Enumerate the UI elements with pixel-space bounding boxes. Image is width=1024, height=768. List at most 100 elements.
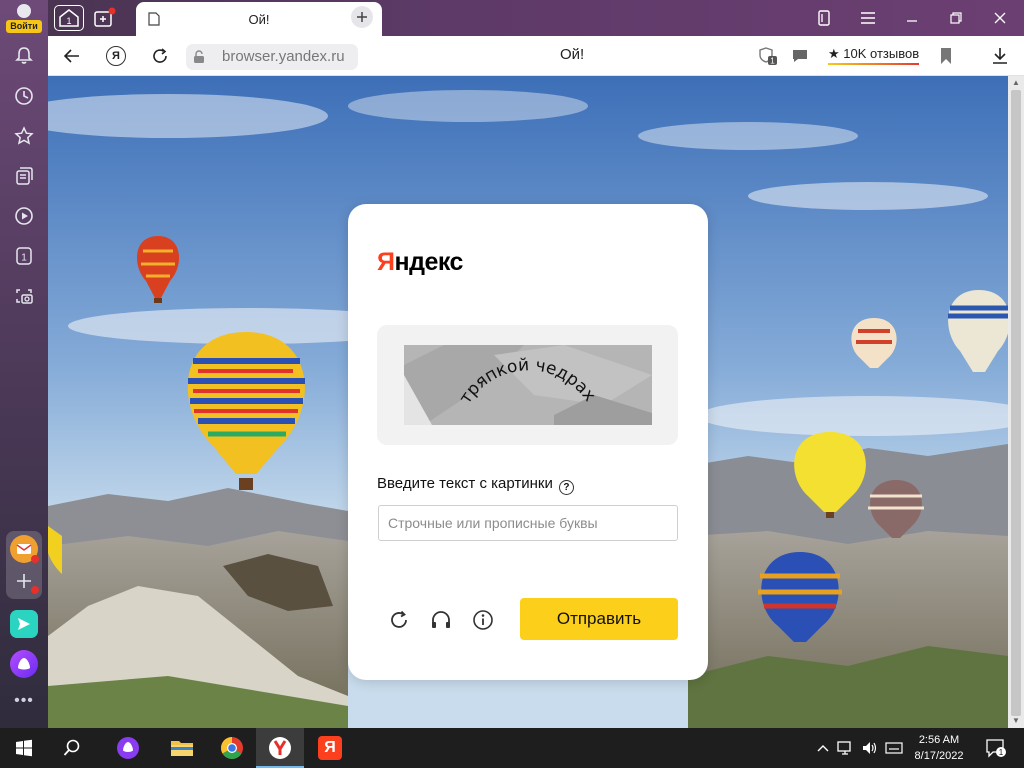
help-question-icon[interactable]: ?	[558, 480, 574, 495]
windows-logo-icon	[16, 739, 32, 757]
audio-captcha-button[interactable]	[429, 608, 453, 632]
alice-app-icon	[18, 658, 30, 670]
protect-button[interactable]: 1	[756, 44, 780, 68]
history-button[interactable]	[8, 80, 40, 112]
start-button[interactable]	[10, 734, 38, 762]
arrow-back-icon	[63, 49, 79, 63]
bookmarks-button[interactable]	[8, 120, 40, 152]
tab-home-button[interactable]: 1	[54, 5, 84, 31]
screenshot-button[interactable]	[8, 280, 40, 312]
messenger-app-button[interactable]	[10, 610, 38, 638]
yandex-browser-button[interactable]	[266, 734, 294, 762]
folder-icon	[171, 741, 193, 756]
restore-button[interactable]	[944, 6, 968, 30]
login-label: Войти	[6, 20, 42, 33]
search-button[interactable]	[58, 734, 86, 762]
tab-count-label: 1	[21, 253, 27, 264]
chat-bubble-icon	[793, 50, 807, 62]
tab-count-icon: 1	[16, 247, 32, 265]
alice-taskbar-button[interactable]	[114, 734, 142, 762]
back-button[interactable]	[60, 44, 84, 68]
home-tab-count: 1	[66, 16, 71, 26]
plus-icon	[357, 12, 367, 22]
reload-button[interactable]	[148, 44, 172, 68]
scroll-up-arrow-icon[interactable]: ▲	[1011, 78, 1021, 88]
downloads-button[interactable]	[988, 44, 1012, 68]
add-tab-group-icon	[94, 7, 116, 27]
captcha-prompt: Введите текст с картинки?	[377, 475, 574, 495]
refresh-captcha-button[interactable]	[387, 608, 411, 632]
user-avatar-icon	[17, 4, 31, 18]
keyboard-layout-icon	[885, 742, 903, 754]
refresh-icon	[391, 610, 407, 628]
volume-tray-button[interactable]	[860, 738, 880, 758]
yandex-button[interactable]: Я	[104, 44, 128, 68]
sidebar-apps-panel	[6, 531, 42, 599]
captcha-answer-input[interactable]	[378, 505, 678, 541]
chrome-button[interactable]	[218, 734, 246, 762]
reviews-underline	[828, 63, 920, 65]
captcha-image-container: тряпкой чедрах	[377, 325, 678, 445]
info-icon	[473, 610, 493, 630]
video-button[interactable]	[8, 200, 40, 232]
download-icon	[993, 48, 1007, 64]
close-icon	[994, 12, 1006, 24]
alice-app-button[interactable]	[10, 650, 38, 678]
yandex-logo[interactable]: Яндекс	[377, 248, 463, 277]
notification-center-icon: 1	[986, 739, 1006, 758]
tabs-count-button[interactable]: 1	[8, 240, 40, 272]
reader-chat-button[interactable]	[788, 44, 812, 68]
new-tab-group-button[interactable]	[90, 5, 120, 31]
yandex-app-button[interactable]: Я	[316, 734, 344, 762]
language-tray-button[interactable]	[884, 738, 904, 758]
screenshot-camera-icon	[16, 289, 33, 304]
notification-count: 1	[999, 748, 1004, 757]
clock-date: 8/17/2022	[914, 750, 964, 762]
sidebar-more-button[interactable]: •••	[8, 692, 40, 716]
chrome-icon	[221, 737, 243, 759]
notifications-button[interactable]	[8, 40, 40, 72]
minimize-icon	[907, 20, 917, 22]
file-explorer-button[interactable]	[168, 734, 196, 762]
login-button[interactable]: Войти	[6, 2, 42, 34]
captcha-info-button[interactable]	[471, 608, 495, 632]
collections-button[interactable]	[8, 160, 40, 192]
history-icon	[15, 87, 33, 105]
restore-icon	[950, 12, 962, 24]
tab-active[interactable]: Ой!	[136, 2, 382, 36]
new-tab-button[interactable]	[351, 6, 373, 28]
notifications-tray-button[interactable]: 1	[984, 738, 1008, 758]
scroll-down-arrow-icon[interactable]: ▼	[1011, 716, 1021, 726]
add-app-button[interactable]	[10, 567, 39, 595]
mail-app-button[interactable]	[10, 535, 39, 563]
speaker-icon	[863, 742, 877, 754]
page-scrollbar[interactable]: ▲ ▼	[1008, 76, 1024, 728]
url-field[interactable]: browser.yandex.ru	[186, 44, 358, 70]
close-window-button[interactable]	[988, 6, 1012, 30]
yandex-app-icon: Я	[318, 736, 342, 760]
show-hidden-icons-button[interactable]	[814, 738, 832, 758]
url-text: browser.yandex.ru	[222, 48, 345, 65]
search-icon	[63, 739, 80, 756]
headphones-icon	[432, 611, 450, 628]
clock-time: 2:56 AM	[918, 734, 960, 746]
tabs-panel-icon	[818, 10, 830, 26]
captcha-image: тряпкой чедрах	[404, 345, 652, 425]
minimize-button[interactable]	[900, 6, 924, 30]
bookmark-button[interactable]	[934, 44, 958, 68]
chevron-up-icon	[817, 745, 829, 752]
add-app-dot	[31, 586, 39, 594]
lock-open-icon	[194, 50, 204, 63]
submit-button[interactable]: Отправить	[520, 598, 678, 640]
tabs-panel-button[interactable]	[812, 6, 836, 30]
page-title: Ой!	[560, 46, 585, 63]
taskbar-clock[interactable]: 2:56 AM 8/17/2022	[906, 732, 972, 764]
menu-button[interactable]	[856, 6, 880, 30]
shield-icon: 1	[759, 47, 777, 66]
home-tab-icon: 1	[59, 9, 79, 27]
reviews-link[interactable]: ★ 10K отзывов	[828, 46, 920, 65]
address-bar: Я browser.yandex.ru Ой! 1 ★ 10K отзывов	[48, 36, 1024, 76]
bookmarks-star-icon	[14, 126, 34, 145]
network-tray-button[interactable]	[836, 738, 856, 758]
scrollbar-thumb[interactable]	[1011, 90, 1021, 716]
